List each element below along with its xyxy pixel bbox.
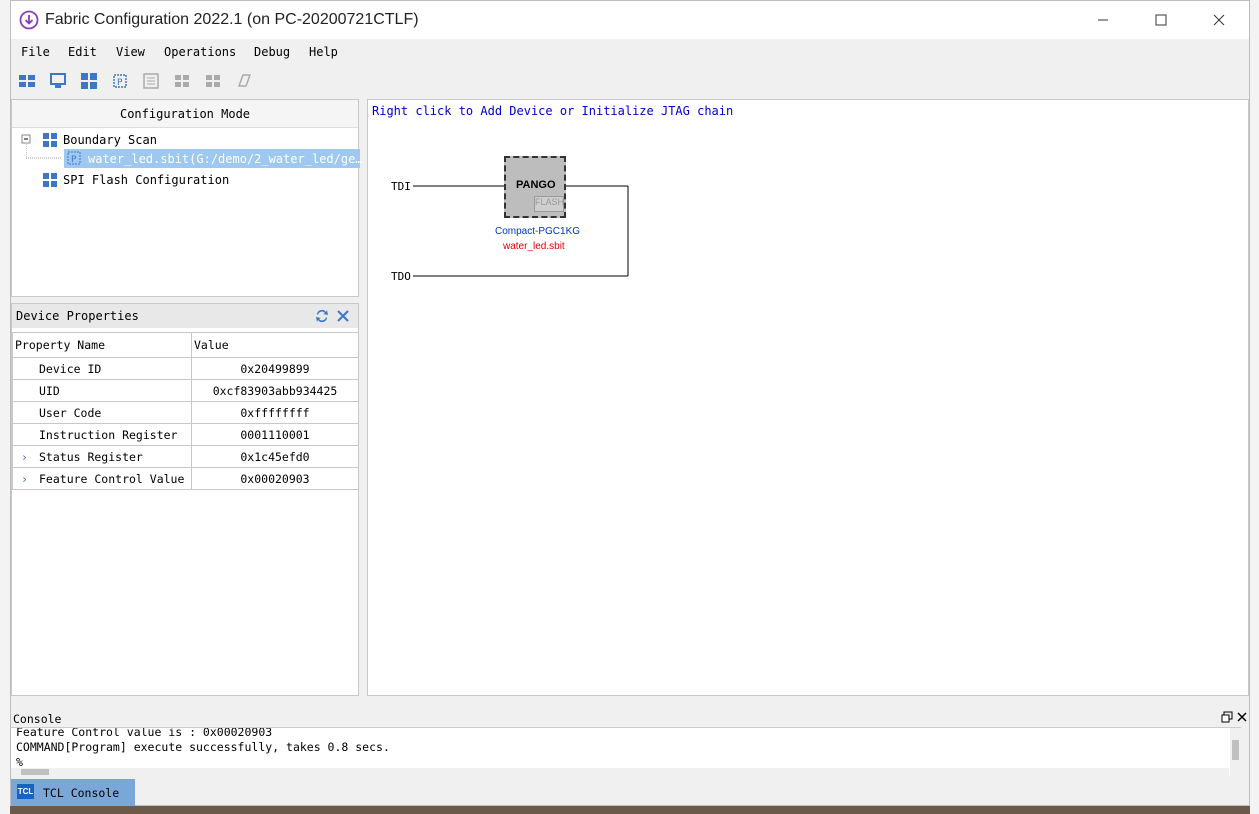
- spi-flash-icon: [43, 173, 57, 187]
- window-title: Fabric Configuration 2022.1 (on PC-20200…: [45, 11, 419, 28]
- configuration-mode-panel: Configuration Mode Boundary Scan P water…: [11, 99, 363, 297]
- menu-help[interactable]: Help: [309, 45, 338, 59]
- property-name: User Code: [12, 401, 192, 424]
- title-bar: Fabric Configuration 2022.1 (on PC-20200…: [11, 1, 1249, 39]
- property-value: 0xcf83903abb934425: [191, 379, 359, 402]
- boundary-scan-icon: [43, 133, 57, 147]
- desktop-background-right: [1250, 0, 1259, 814]
- column-header-property: Property Name: [12, 332, 192, 358]
- horizontal-scrollbar[interactable]: [11, 768, 1229, 776]
- properties-table: Property Name Value Device ID 0x20499899…: [12, 332, 359, 490]
- refresh-icon[interactable]: [314, 308, 330, 324]
- menu-debug[interactable]: Debug: [254, 45, 290, 59]
- chip-file-icon: P: [67, 151, 81, 165]
- tree-item-boundary-scan[interactable]: Boundary Scan: [63, 133, 157, 147]
- horizontal-scroll-thumb[interactable]: [21, 769, 49, 775]
- erase-icon[interactable]: [235, 72, 253, 90]
- app-window: Fabric Configuration 2022.1 (on PC-20200…: [10, 0, 1250, 806]
- close-icon: [1213, 14, 1225, 26]
- property-value: 0xffffffff: [191, 401, 359, 424]
- minimize-icon: [1098, 19, 1108, 21]
- property-value: 0001110001: [191, 423, 359, 446]
- property-name-cell: › Feature Control Value: [12, 467, 192, 490]
- desktop-background-bottom: [10, 806, 1250, 814]
- menu-operations[interactable]: Operations: [164, 45, 236, 59]
- console-title: Console: [13, 712, 62, 726]
- chip-icon[interactable]: P: [111, 72, 129, 90]
- property-name: Instruction Register: [12, 423, 192, 446]
- table-row[interactable]: Device ID 0x20499899: [12, 357, 359, 380]
- console-output[interactable]: Feature Control value is : 0x00020903 CO…: [11, 727, 1241, 776]
- column-header-value: Value: [191, 332, 359, 358]
- vertical-scroll-thumb[interactable]: [1232, 740, 1239, 760]
- connect-icon[interactable]: [173, 72, 191, 90]
- restore-panel-icon[interactable]: [1221, 711, 1233, 723]
- device-name-label: Compact-PGC1KG: [495, 226, 581, 237]
- property-name: Status Register: [39, 449, 143, 464]
- svg-text:P: P: [117, 78, 123, 88]
- menu-edit[interactable]: Edit: [68, 45, 97, 59]
- console-line: Feature Control value is : 0x00020903: [16, 727, 273, 739]
- disconnect-icon[interactable]: [204, 72, 222, 90]
- table-row[interactable]: UID 0xcf83903abb934425: [12, 379, 359, 402]
- menu-file[interactable]: File: [21, 45, 50, 59]
- maximize-icon: [1155, 14, 1167, 26]
- desktop-background-left: [0, 0, 10, 814]
- tcl-icon: TCL: [17, 784, 34, 799]
- property-value: 0x20499899: [191, 357, 359, 380]
- chip-flash-label: FLASH: [534, 196, 564, 212]
- tree-item-spi-flash[interactable]: SPI Flash Configuration: [63, 173, 229, 187]
- property-name-cell: › Status Register: [12, 445, 192, 468]
- tree-item-file-label: water_led.sbit(G:/demo/2_water_led/ge…: [88, 152, 363, 166]
- minimize-button[interactable]: [1074, 1, 1132, 39]
- monitor-icon[interactable]: [49, 72, 67, 90]
- expand-chevron-icon[interactable]: ›: [21, 472, 39, 486]
- list-icon[interactable]: [142, 72, 160, 90]
- device-chip[interactable]: PANGO FLASH: [504, 156, 566, 218]
- device-properties-title: Device Properties: [16, 309, 139, 323]
- close-panel-icon[interactable]: [336, 309, 350, 323]
- close-console-icon[interactable]: [1237, 712, 1247, 722]
- maximize-button[interactable]: [1132, 1, 1190, 39]
- device-properties-panel: Device Properties Property Name Value De…: [11, 303, 359, 696]
- jtag-chain-canvas[interactable]: Right click to Add Device or Initialize …: [367, 99, 1249, 696]
- device-properties-header: Device Properties: [12, 304, 358, 328]
- property-value: 0x1c45efd0: [191, 445, 359, 468]
- toolbar: P: [11, 65, 1249, 97]
- table-row[interactable]: User Code 0xffffffff: [12, 401, 359, 424]
- grid-icon[interactable]: [80, 72, 98, 90]
- close-button[interactable]: [1190, 1, 1248, 39]
- tab-tcl-console[interactable]: TCL TCL Console: [11, 779, 135, 806]
- vertical-scrollbar[interactable]: [1230, 728, 1241, 776]
- property-name: UID: [12, 379, 192, 402]
- console-header: Console: [11, 705, 1249, 727]
- console-line: COMMAND[Program] execute successfully, t…: [16, 740, 390, 754]
- table-row[interactable]: Instruction Register 0001110001: [12, 423, 359, 446]
- menu-bar: File Edit View Operations Debug Help: [11, 39, 1249, 65]
- device-file-label: water_led.sbit: [503, 241, 565, 252]
- property-name: Feature Control Value: [39, 471, 185, 486]
- table-header-row: Property Name Value: [12, 332, 359, 358]
- console-line: %: [16, 755, 23, 769]
- svg-text:P: P: [71, 155, 77, 165]
- configuration-mode-header: Configuration Mode: [12, 100, 358, 128]
- table-row[interactable]: › Status Register 0x1c45efd0: [12, 445, 359, 468]
- tab-tcl-console-label: TCL Console: [43, 786, 120, 800]
- app-logo-icon: [19, 10, 39, 30]
- property-value: 0x00020903: [191, 467, 359, 490]
- expand-chevron-icon[interactable]: ›: [21, 450, 39, 464]
- menu-view[interactable]: View: [116, 45, 145, 59]
- property-name: Device ID: [12, 357, 192, 380]
- table-row[interactable]: › Feature Control Value 0x00020903: [12, 467, 359, 490]
- scan-chain-icon[interactable]: [18, 72, 36, 90]
- chip-vendor-label: PANGO: [516, 179, 556, 191]
